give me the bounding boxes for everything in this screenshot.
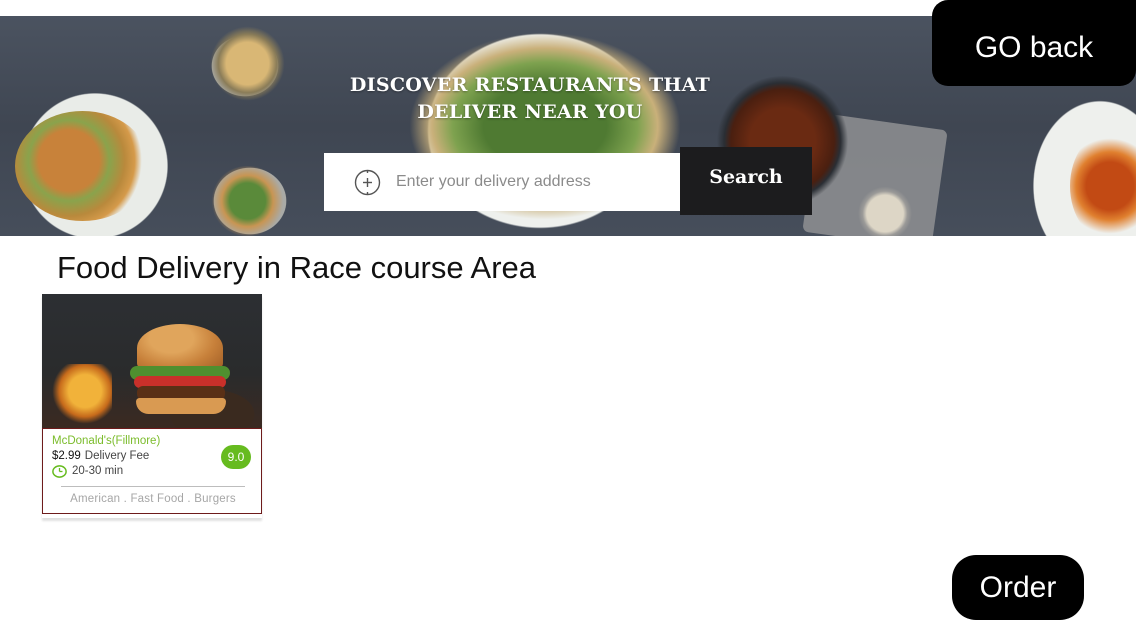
sauce-cup-image [855, 186, 915, 236]
locate-icon[interactable] [354, 169, 381, 196]
search-button[interactable]: Search [680, 147, 812, 215]
delivery-fee-amount: $2.99 [52, 450, 81, 462]
bun-bottom [136, 398, 226, 414]
food-bowl-image [210, 166, 285, 236]
cuisine-tags: American . Fast Food . Burgers [70, 493, 236, 505]
delivery-time-value: 20-30 min [72, 465, 124, 477]
hero-title-line: DELIVER NEAR YOU [417, 101, 643, 123]
restaurant-name[interactable]: McDonald's(Fillmore) [52, 434, 252, 448]
go-back-button[interactable]: GO back [932, 0, 1136, 86]
food-plate-image [15, 111, 150, 221]
delivery-fee-label: Delivery Fee [84, 450, 150, 462]
restaurant-card[interactable]: McDonald's(Fillmore) $2.99 Delivery Fee 2… [42, 294, 262, 518]
restaurant-card-body: McDonald's(Fillmore) $2.99 Delivery Fee 2… [42, 428, 262, 514]
hero-title-line: DISCOVER RESTAURANTS THAT [349, 74, 711, 96]
clock-icon [52, 464, 67, 478]
food-plate-image [1070, 131, 1136, 236]
address-search-box [324, 153, 680, 211]
section-title: Food Delivery in Race course Area [57, 250, 537, 285]
hero-title: DISCOVER RESTAURANTS THAT DELIVER NEAR Y… [330, 72, 730, 126]
delivery-address-input[interactable] [396, 173, 676, 191]
fries-image [52, 364, 112, 424]
rating-badge: 9.0 [221, 445, 251, 469]
delivery-time: 20-30 min [52, 464, 252, 478]
burger-image [42, 294, 262, 428]
divider [61, 486, 245, 487]
bun-top [137, 324, 223, 372]
order-button[interactable]: Order [952, 555, 1084, 620]
food-bowl-image [210, 26, 285, 101]
